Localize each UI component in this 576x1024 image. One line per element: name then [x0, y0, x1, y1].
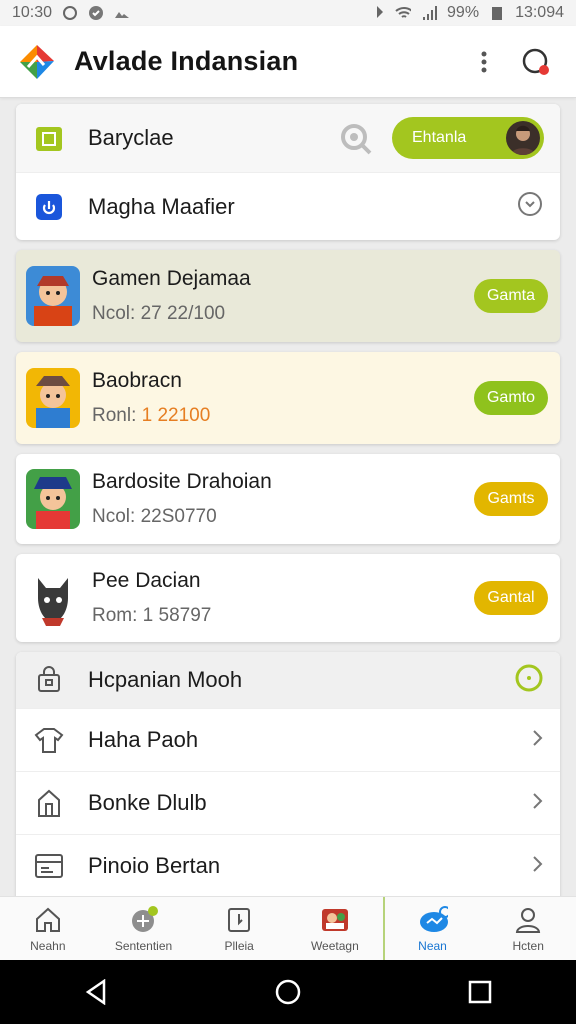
system-nav-bar — [0, 960, 576, 1024]
settings-item-label: Pinoio Bertan — [88, 853, 221, 878]
recents-icon[interactable] — [456, 968, 504, 1016]
game-subtitle: Rom: 1 58797 — [92, 605, 212, 626]
settings-header-label: Hcpanian Mooh — [88, 667, 243, 692]
game-card[interactable]: Gamen Dejamaa Ncol: 27 22/100 Gamta — [16, 250, 560, 342]
game-name: Pee Dacian — [92, 569, 201, 592]
settings-item-bonke-dlulb[interactable]: Bonke Dlulb — [16, 771, 560, 834]
avatar — [506, 121, 540, 155]
building-icon — [32, 786, 66, 820]
battery-icon — [489, 5, 505, 21]
game-card[interactable]: Bardosite Drahoian Ncol: 22S0770 Gamts — [16, 454, 560, 544]
pill-label: Ehtanla — [412, 129, 467, 146]
signal-icon — [421, 5, 438, 21]
bluetooth-icon — [369, 5, 385, 21]
form-icon — [32, 849, 66, 883]
clipboard-icon — [32, 121, 66, 155]
status-bar: 10:30 99% 13:094 — [0, 0, 576, 26]
game-thumbnail-icon — [26, 469, 80, 529]
search-user-icon[interactable] — [336, 118, 376, 158]
back-icon[interactable] — [72, 968, 120, 1016]
app-logo-icon — [20, 44, 54, 79]
game-name: Gamen Dejamaa — [92, 267, 251, 290]
home-icon — [33, 905, 63, 935]
game-action-button[interactable]: Gamto — [474, 381, 548, 415]
settings-item-haha-paoh[interactable]: Haha Paoh — [16, 708, 560, 771]
app-blue-icon — [32, 190, 66, 224]
notification-icon[interactable] — [514, 40, 558, 84]
game-card[interactable]: Pee Dacian Rom: 1 58797 Gantal — [16, 554, 560, 642]
nav-item-profile-photo[interactable]: Weetagn — [287, 897, 383, 960]
app-bar: Avlade Indansian — [0, 26, 576, 98]
game-subtitle: Ncol: 22S0770 — [92, 506, 217, 527]
row-label: Baryclae — [88, 125, 174, 150]
user-icon — [513, 905, 543, 935]
settings-item-label: Haha Paoh — [88, 727, 199, 752]
settings-item-label: Bonke Dlulb — [88, 790, 207, 815]
nav-item-document[interactable]: Plleia — [191, 897, 287, 960]
status-time-right: 13:094 — [515, 4, 564, 21]
nav-item-settings[interactable]: Sententien — [96, 897, 192, 960]
nav-label: Plleia — [224, 938, 254, 953]
game-thumbnail-icon — [26, 368, 80, 428]
game-name: Baobracn — [92, 369, 182, 392]
game-subtitle-prefix: Ronl: — [92, 405, 142, 426]
game-name: Bardosite Drahoian — [92, 470, 272, 493]
wifi-icon — [395, 5, 412, 21]
nav-label: Neahn — [30, 938, 66, 953]
game-thumbnail-icon — [26, 266, 80, 326]
clock-icon[interactable] — [516, 190, 544, 223]
game-action-button[interactable]: Gamts — [474, 482, 548, 516]
chevron-right-icon — [532, 790, 544, 816]
home-circle-icon[interactable] — [264, 968, 312, 1016]
nav-label: Weetagn — [310, 938, 359, 953]
app-title: Avlade Indansian — [74, 46, 299, 76]
nav-label: Hcten — [512, 938, 544, 953]
nav-item-cloud-share[interactable]: Nean — [382, 897, 481, 960]
game-subtitle-value: 1 22100 — [141, 405, 211, 426]
game-action-button[interactable]: Gamta — [474, 279, 548, 313]
battery-percent: 99% — [447, 4, 480, 21]
check-shield-icon — [88, 5, 104, 21]
settings-header: Hcpanian Mooh — [16, 652, 560, 708]
nav-label: Nean — [418, 938, 447, 953]
nav-label: Sententien — [114, 938, 173, 953]
row-magha-maafier[interactable]: Magha Maafier — [16, 172, 560, 240]
row-baryclae[interactable]: Baryclae Ehtanla — [16, 104, 560, 172]
cloud-share-icon — [418, 905, 448, 935]
game-subtitle: Ronl: 1 22100 — [92, 405, 474, 427]
more-vert-icon[interactable] — [462, 40, 506, 84]
top-action-pill[interactable]: Ehtanla — [392, 117, 544, 159]
image-icon — [114, 5, 130, 21]
bottom-nav: Neahn Sententien Plleia Weetagn Nean Hct… — [0, 896, 576, 960]
status-ring-icon — [514, 663, 544, 698]
nav-item-home[interactable]: Neahn — [0, 897, 96, 960]
main-content: Baryclae Ehtanla Magha Maafier Gamen Dej… — [0, 100, 576, 896]
settings-icon — [129, 905, 159, 935]
settings-item-pinoio-bertan[interactable]: Pinoio Bertan — [16, 834, 560, 896]
game-subtitle: Ncol: 27 22/100 — [92, 303, 226, 324]
chevron-right-icon — [532, 727, 544, 753]
top-card: Baryclae Ehtanla Magha Maafier — [16, 104, 560, 240]
shirt-icon — [32, 723, 66, 757]
game-card[interactable]: Baobracn Ronl: 1 22100 Gamto — [16, 352, 560, 444]
bag-icon — [32, 663, 66, 697]
nav-item-user[interactable]: Hcten — [480, 897, 576, 960]
status-time-left: 10:30 — [12, 4, 53, 21]
alarm-icon — [62, 5, 78, 21]
game-thumbnail-icon — [26, 568, 80, 628]
chevron-right-icon — [532, 853, 544, 879]
game-action-button[interactable]: Gantal — [474, 581, 548, 615]
profile-photo-icon — [320, 905, 350, 935]
document-icon — [224, 905, 254, 935]
settings-card: Hcpanian Mooh Haha Paoh Bonke Dlulb Pino… — [16, 652, 560, 896]
row-label: Magha Maafier — [88, 193, 235, 219]
